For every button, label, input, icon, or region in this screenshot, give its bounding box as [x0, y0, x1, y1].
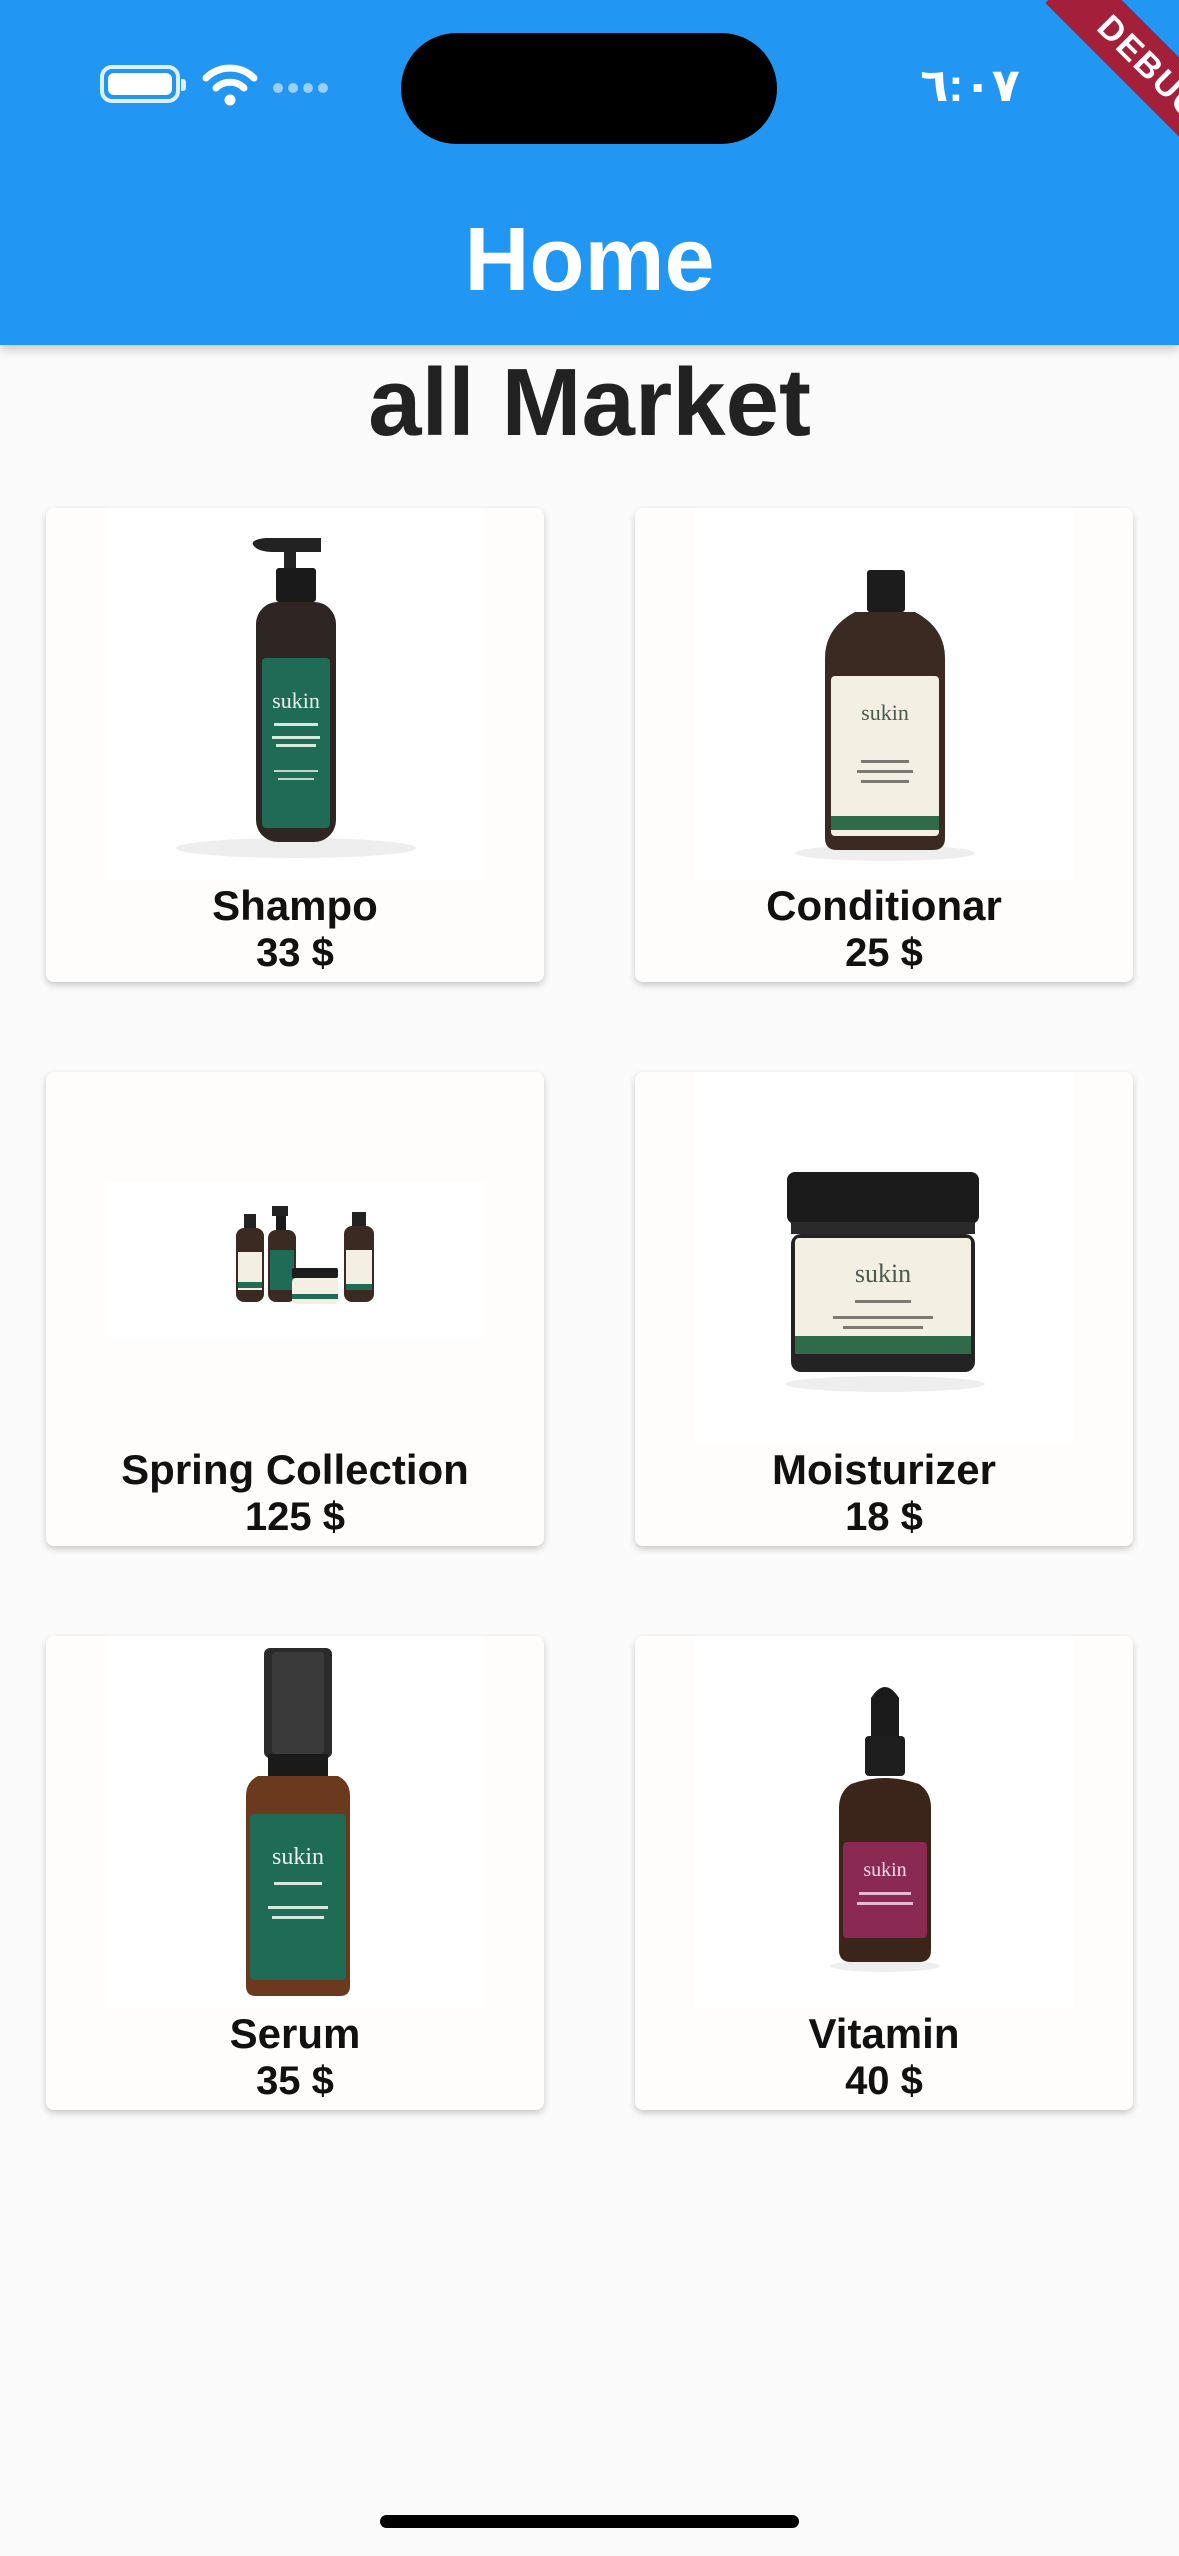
product-price: 18 $ [845, 1495, 923, 1539]
product-card-spring-collection[interactable]: Spring Collection 125 $ [46, 1072, 544, 1546]
product-price: 33 $ [256, 931, 334, 975]
product-image: sukin [106, 1636, 484, 2008]
product-image: sukin [695, 508, 1073, 880]
product-card-moisturizer[interactable]: sukin Moisturizer 18 $ [635, 1072, 1133, 1546]
app-bar: ٦:٠٧ Home [0, 0, 1179, 345]
wifi-icon [202, 64, 258, 106]
dynamic-island [401, 33, 777, 144]
svg-text:sukin: sukin [861, 700, 909, 725]
svg-text:sukin: sukin [272, 688, 320, 713]
product-card-serum[interactable]: sukin Serum 35 $ [46, 1636, 544, 2110]
battery-icon [100, 65, 186, 103]
product-image [106, 1072, 484, 1444]
product-price: 35 $ [256, 2059, 334, 2103]
svg-text:sukin: sukin [855, 1259, 911, 1288]
page-title: Home [464, 210, 715, 310]
product-name: Serum [229, 2010, 361, 2057]
product-price: 40 $ [845, 2059, 923, 2103]
market-heading: all Market [368, 349, 811, 456]
product-image: sukin [695, 1072, 1073, 1444]
product-name: Conditionar [766, 882, 1002, 929]
product-card-vitamin[interactable]: sukin Vitamin 40 $ [635, 1636, 1133, 2110]
product-name: Moisturizer [771, 1446, 997, 1493]
status-time: ٦:٠٧ [920, 59, 1020, 111]
product-image: sukin [106, 508, 484, 880]
product-name: Vitamin [808, 2010, 960, 2057]
status-icons [100, 60, 340, 112]
app-screen: ٦:٠٧ Home DEBUG all Market sukin Shampo … [0, 0, 1179, 2556]
product-name: Spring Collection [121, 1446, 469, 1493]
product-name: Shampo [212, 882, 378, 929]
product-price: 25 $ [845, 931, 923, 975]
product-card-shampo[interactable]: sukin Shampo 33 $ [46, 508, 544, 982]
product-image: sukin [695, 1636, 1073, 2008]
cellular-signal-icon [273, 78, 343, 98]
product-price: 125 $ [244, 1495, 346, 1539]
home-indicator [380, 2515, 799, 2528]
svg-text:sukin: sukin [863, 1859, 906, 1881]
product-card-conditionar[interactable]: sukin Conditionar 25 $ [635, 508, 1133, 982]
svg-text:sukin: sukin [272, 1844, 324, 1870]
